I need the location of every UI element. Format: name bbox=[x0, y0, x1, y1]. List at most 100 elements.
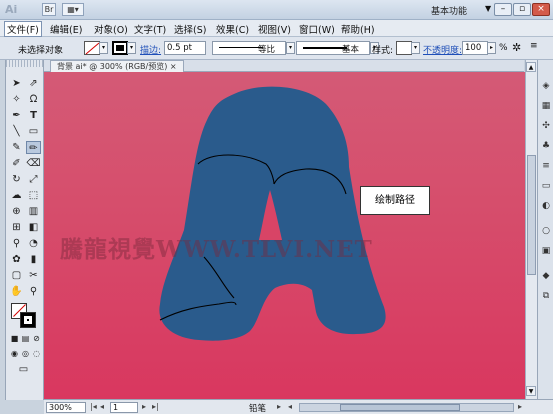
menu-select[interactable]: 选择(S) bbox=[174, 22, 206, 36]
gradient-tool-icon[interactable]: ◧ bbox=[26, 221, 41, 234]
panel-menu-icon[interactable]: ≡ bbox=[530, 41, 538, 51]
app-logo: Ai bbox=[5, 3, 18, 16]
stroke-swatch[interactable] bbox=[112, 41, 128, 55]
artboard-tool-icon[interactable]: ▢ bbox=[9, 269, 24, 282]
artboards-panel-icon[interactable]: ⧉ bbox=[539, 290, 553, 303]
menu-window[interactable]: 窗口(W) bbox=[299, 22, 335, 36]
direct-selection-tool-icon[interactable]: ⇗ bbox=[26, 77, 41, 90]
vertical-scrollbar[interactable]: ▲ ▼ bbox=[525, 60, 537, 399]
graphic-styles-panel-icon[interactable]: ▣ bbox=[539, 245, 553, 258]
profile-dropdown[interactable]: ▾ bbox=[286, 42, 295, 54]
color-panel-icon[interactable]: ◈ bbox=[539, 80, 553, 93]
fill-swatch[interactable] bbox=[84, 41, 100, 55]
arrange-documents-icon[interactable]: ▦▾ bbox=[62, 3, 84, 16]
hand-tool-icon[interactable]: ✋ bbox=[9, 285, 24, 298]
type-tool-icon[interactable]: T bbox=[26, 109, 41, 122]
panel-dock: ◈ ▦ ✣ ♣ ≡ ▭ ◐ ○ ▣ ◆ ⧉ bbox=[537, 60, 553, 399]
horizontal-scroll-thumb[interactable] bbox=[340, 404, 460, 411]
stroke-panel-icon[interactable]: ≡ bbox=[539, 160, 553, 173]
recolor-icon[interactable]: ✲ bbox=[512, 41, 521, 54]
eraser-tool-icon[interactable]: ⌫ bbox=[26, 157, 41, 170]
magic-wand-tool-icon[interactable]: ✧ bbox=[9, 93, 24, 106]
shape-builder-tool-icon[interactable]: ⊕ bbox=[9, 205, 24, 218]
opacity-field[interactable]: 100 bbox=[462, 41, 488, 55]
close-icon[interactable]: × bbox=[532, 3, 550, 16]
zoom-tool-icon[interactable]: ⚲ bbox=[26, 285, 41, 298]
next-artboard-icon[interactable]: ▸ bbox=[142, 402, 146, 411]
menu-view[interactable]: 视图(V) bbox=[258, 22, 291, 36]
zoom-level-field[interactable]: 300% bbox=[46, 402, 86, 413]
stroke-panel-link[interactable]: 描边: bbox=[140, 43, 161, 56]
menu-file[interactable]: 文件(F) bbox=[4, 21, 42, 37]
scroll-thumb[interactable] bbox=[527, 155, 536, 275]
brush-definition[interactable]: 基本 bbox=[296, 41, 370, 55]
graphic-style-swatch[interactable] bbox=[396, 41, 412, 55]
stroke-color-box[interactable] bbox=[20, 312, 36, 328]
column-graph-tool-icon[interactable]: ▮ bbox=[26, 253, 41, 266]
brushes-panel-icon[interactable]: ✣ bbox=[539, 120, 553, 133]
menu-bar: 文件(F) 编辑(E) 对象(O) 文字(T) 选择(S) 效果(C) 视图(V… bbox=[0, 20, 553, 37]
swatches-panel-icon[interactable]: ▦ bbox=[539, 100, 553, 113]
opacity-dropdown[interactable]: ▸ bbox=[487, 42, 496, 54]
scroll-up-icon[interactable]: ▲ bbox=[526, 62, 536, 72]
status-menu-icon[interactable]: ▸ bbox=[277, 402, 281, 411]
draw-inside-icon[interactable]: ◌ bbox=[29, 347, 44, 360]
graphic-style-dropdown[interactable]: ▾ bbox=[411, 42, 420, 54]
zoom-level-value: 300% bbox=[49, 403, 72, 412]
minimize-icon[interactable]: – bbox=[494, 3, 512, 16]
workspace-switcher[interactable]: 基本功能 bbox=[431, 4, 467, 17]
symbols-panel-icon[interactable]: ♣ bbox=[539, 140, 553, 153]
selection-tool-icon[interactable]: ➤ bbox=[9, 77, 24, 90]
document-tab-bar: 背景 ai* @ 300% (RGB/预览) × bbox=[44, 60, 524, 72]
scale-tool-icon[interactable]: ⤢ bbox=[26, 173, 41, 186]
warp-tool-icon[interactable]: ☁ bbox=[9, 189, 24, 202]
appearance-panel-icon[interactable]: ○ bbox=[539, 225, 553, 238]
slice-tool-icon[interactable]: ✂ bbox=[26, 269, 41, 282]
menu-effect[interactable]: 效果(C) bbox=[216, 22, 249, 36]
gradient-panel-icon[interactable]: ▭ bbox=[539, 180, 553, 193]
scroll-down-icon[interactable]: ▼ bbox=[526, 386, 536, 396]
menu-edit[interactable]: 编辑(E) bbox=[50, 22, 82, 36]
bridge-icon[interactable]: Br bbox=[42, 3, 56, 16]
blend-tool-icon[interactable]: ◔ bbox=[26, 237, 41, 250]
first-artboard-icon[interactable]: |◂ bbox=[90, 402, 97, 411]
pen-tool-icon[interactable]: ✒ bbox=[9, 109, 24, 122]
pencil-tool-icon[interactable]: ✏ bbox=[26, 141, 41, 154]
symbol-sprayer-tool-icon[interactable]: ✿ bbox=[9, 253, 24, 266]
eyedropper-tool-icon[interactable]: ⚲ bbox=[9, 237, 24, 250]
previous-artboard-icon[interactable]: ◂ bbox=[100, 402, 104, 411]
screen-mode-icon[interactable]: ▭ bbox=[16, 363, 31, 376]
variable-width-profile[interactable]: 等比 bbox=[212, 41, 286, 55]
paintbrush-tool-icon[interactable]: ✎ bbox=[9, 141, 24, 154]
scroll-left-icon[interactable]: ◂ bbox=[288, 402, 292, 411]
none-mode-icon[interactable]: ⊘ bbox=[29, 332, 44, 345]
watermark: 騰龍視覺WWW.TLVI.NET bbox=[60, 236, 373, 263]
mesh-tool-icon[interactable]: ⊞ bbox=[9, 221, 24, 234]
tools-panel-grip[interactable] bbox=[6, 60, 43, 67]
horizontal-scrollbar[interactable] bbox=[299, 403, 514, 412]
opacity-panel-link[interactable]: 不透明度: bbox=[423, 43, 462, 56]
menu-help[interactable]: 帮助(H) bbox=[341, 22, 375, 36]
artboard-number-field[interactable]: 1 bbox=[110, 402, 138, 413]
menu-object[interactable]: 对象(O) bbox=[94, 22, 128, 36]
rectangle-tool-icon[interactable]: ▭ bbox=[26, 125, 41, 138]
stroke-dropdown[interactable]: ▾ bbox=[127, 42, 136, 54]
menu-type[interactable]: 文字(T) bbox=[134, 22, 166, 36]
fill-dropdown[interactable]: ▾ bbox=[99, 42, 108, 54]
chevron-down-icon[interactable]: ▼ bbox=[485, 4, 491, 13]
stroke-weight-field[interactable]: 0.5 pt bbox=[164, 41, 206, 55]
rotate-tool-icon[interactable]: ↻ bbox=[9, 173, 24, 186]
perspective-grid-tool-icon[interactable]: ▥ bbox=[26, 205, 41, 218]
transparency-panel-icon[interactable]: ◐ bbox=[539, 200, 553, 213]
line-tool-icon[interactable]: ╲ bbox=[9, 125, 24, 138]
free-transform-tool-icon[interactable]: ⬚ bbox=[26, 189, 41, 202]
blob-brush-tool-icon[interactable]: ✐ bbox=[9, 157, 24, 170]
scroll-right-icon[interactable]: ▸ bbox=[518, 402, 522, 411]
annotation-callout: 绘制路径 bbox=[360, 186, 430, 215]
document-tab[interactable]: 背景 ai* @ 300% (RGB/预览) × bbox=[50, 60, 184, 72]
layers-panel-icon[interactable]: ◆ bbox=[539, 270, 553, 283]
restore-icon[interactable]: ▫ bbox=[513, 3, 531, 16]
artboard-canvas[interactable]: 騰龍視覺WWW.TLVI.NET 绘制路径 bbox=[44, 72, 525, 399]
last-artboard-icon[interactable]: ▸| bbox=[152, 402, 159, 411]
lasso-tool-icon[interactable]: ᘯ bbox=[26, 93, 41, 106]
